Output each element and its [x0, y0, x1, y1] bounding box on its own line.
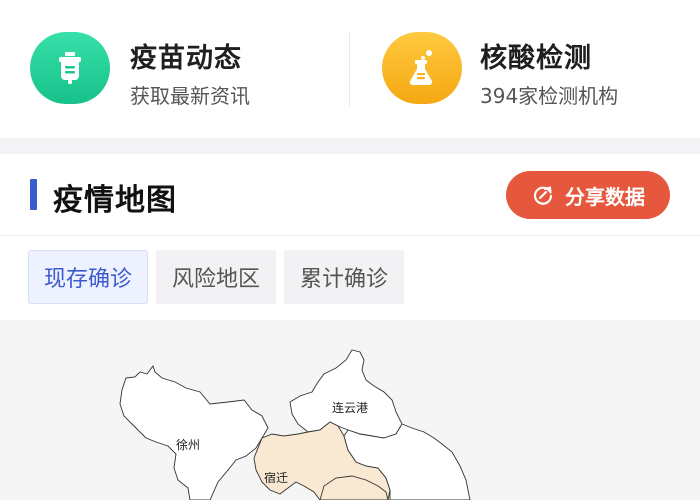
- city-label-xuzhou: 徐州: [176, 437, 200, 452]
- vaccine-icon: [30, 32, 110, 104]
- region-xuzhou[interactable]: [119, 365, 269, 500]
- city-label-suqian: 宿迁: [264, 470, 288, 485]
- vaccine-subtitle: 获取最新资讯: [130, 84, 250, 108]
- region-lianyungang[interactable]: [289, 349, 403, 439]
- share-icon: [531, 183, 555, 207]
- tab-cumulative-confirmed[interactable]: 累计确诊: [284, 250, 405, 304]
- title-accent-bar: [30, 179, 37, 210]
- vaccine-title: 疫苗动态: [130, 43, 242, 74]
- tab-current-confirmed[interactable]: 现存确诊: [28, 250, 149, 304]
- nucleic-subtitle: 394家检测机构: [480, 84, 619, 108]
- tab-risk-areas[interactable]: 风险地区: [156, 250, 277, 304]
- map-title: 疫情地图: [53, 183, 177, 218]
- epidemic-map-card: 疫情地图 分享数据 现存确诊 风险地区 累计确诊 连云港 徐州 宿迁: [0, 154, 700, 500]
- province-map[interactable]: 连云港 徐州 宿迁: [0, 320, 700, 500]
- share-data-button[interactable]: 分享数据: [506, 171, 670, 219]
- flask-icon: [382, 32, 462, 104]
- nucleic-title: 核酸检测: [480, 43, 592, 74]
- map-tabs: 现存确诊 风险地区 累计确诊: [28, 250, 405, 304]
- map-header: 疫情地图 分享数据: [0, 154, 700, 236]
- share-label: 分享数据: [565, 186, 645, 209]
- nucleic-test-link[interactable]: 核酸检测 394家检测机构: [350, 0, 700, 138]
- quick-links-card: 疫苗动态 获取最新资讯 核酸检测 394家检测机构: [0, 0, 700, 138]
- vaccine-news-link[interactable]: 疫苗动态 获取最新资讯: [0, 0, 350, 138]
- city-label-lianyungang: 连云港: [332, 400, 368, 415]
